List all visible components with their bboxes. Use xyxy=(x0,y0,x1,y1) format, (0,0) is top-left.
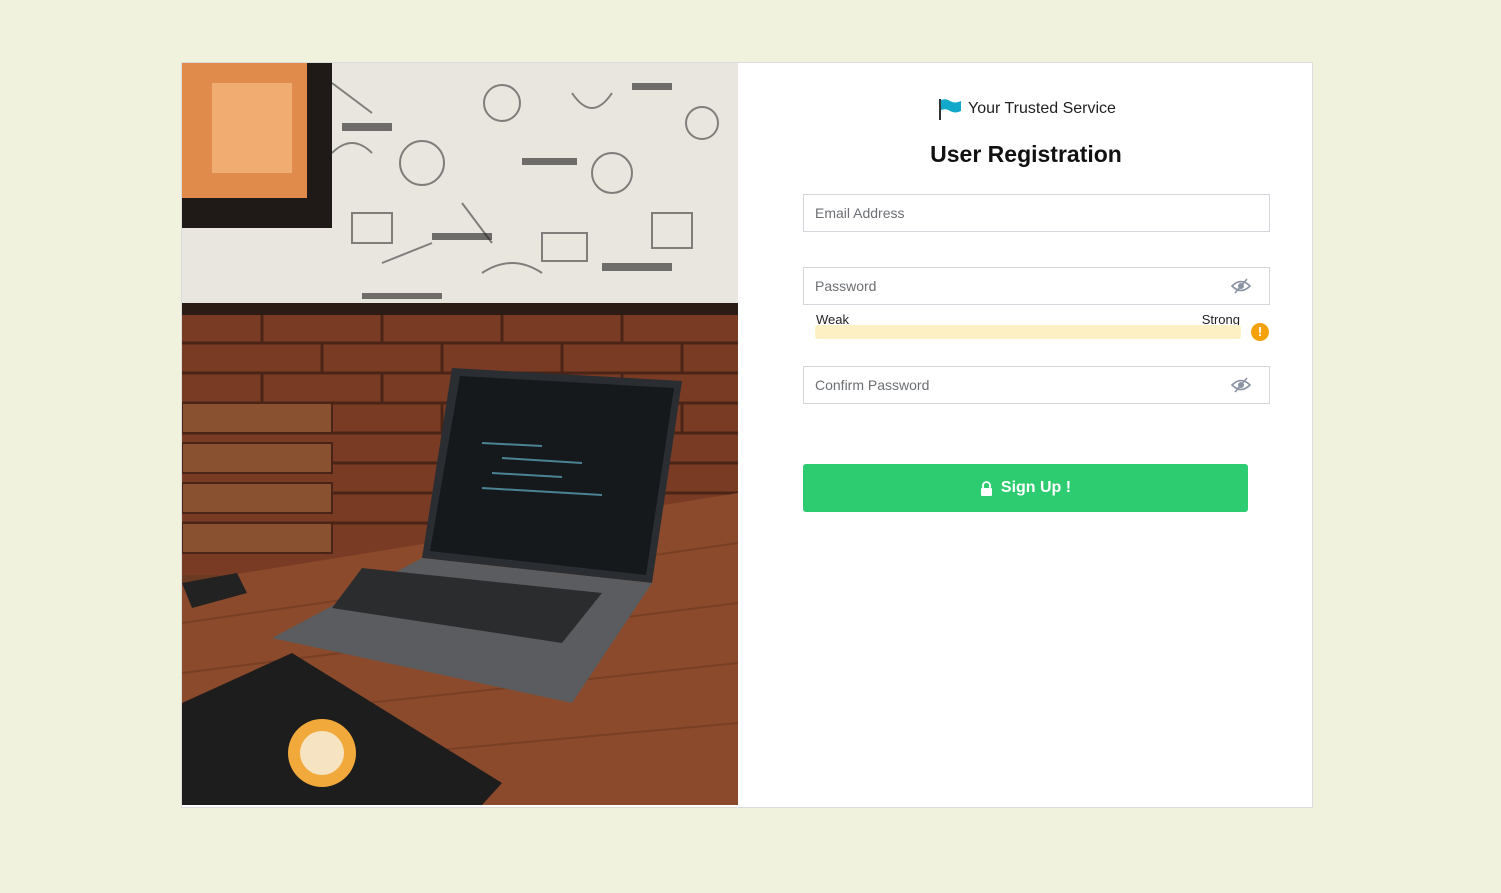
hero-image-cafe-laptop xyxy=(182,63,738,805)
exclamation-circle-icon: ! xyxy=(1251,323,1269,341)
brand-name: Your Trusted Service xyxy=(968,100,1116,117)
email-field[interactable] xyxy=(804,195,1269,231)
registration-card: Your Trusted Service User Registration W… xyxy=(181,62,1313,808)
sign-up-label: Sign Up ! xyxy=(1000,479,1072,496)
eye-slash-icon[interactable] xyxy=(1231,377,1251,393)
hero-image-illustration xyxy=(182,63,738,805)
password-field[interactable] xyxy=(804,268,1269,304)
brand: Your Trusted Service xyxy=(938,96,1116,122)
password-strength-meter: Weak Strong xyxy=(815,312,1242,340)
strength-meter-track xyxy=(815,325,1241,339)
eye-slash-icon[interactable] xyxy=(1231,278,1251,294)
page-title: User Registration xyxy=(930,141,1122,167)
lock-icon xyxy=(980,480,992,496)
confirm-password-field-wrapper xyxy=(803,366,1270,404)
sign-up-button[interactable]: Sign Up ! xyxy=(803,464,1248,512)
confirm-password-field[interactable] xyxy=(804,367,1269,403)
flag-icon xyxy=(939,99,961,120)
email-field-wrapper xyxy=(803,194,1270,232)
password-field-wrapper xyxy=(803,267,1270,305)
registration-form-panel: Your Trusted Service User Registration W… xyxy=(738,63,1312,807)
